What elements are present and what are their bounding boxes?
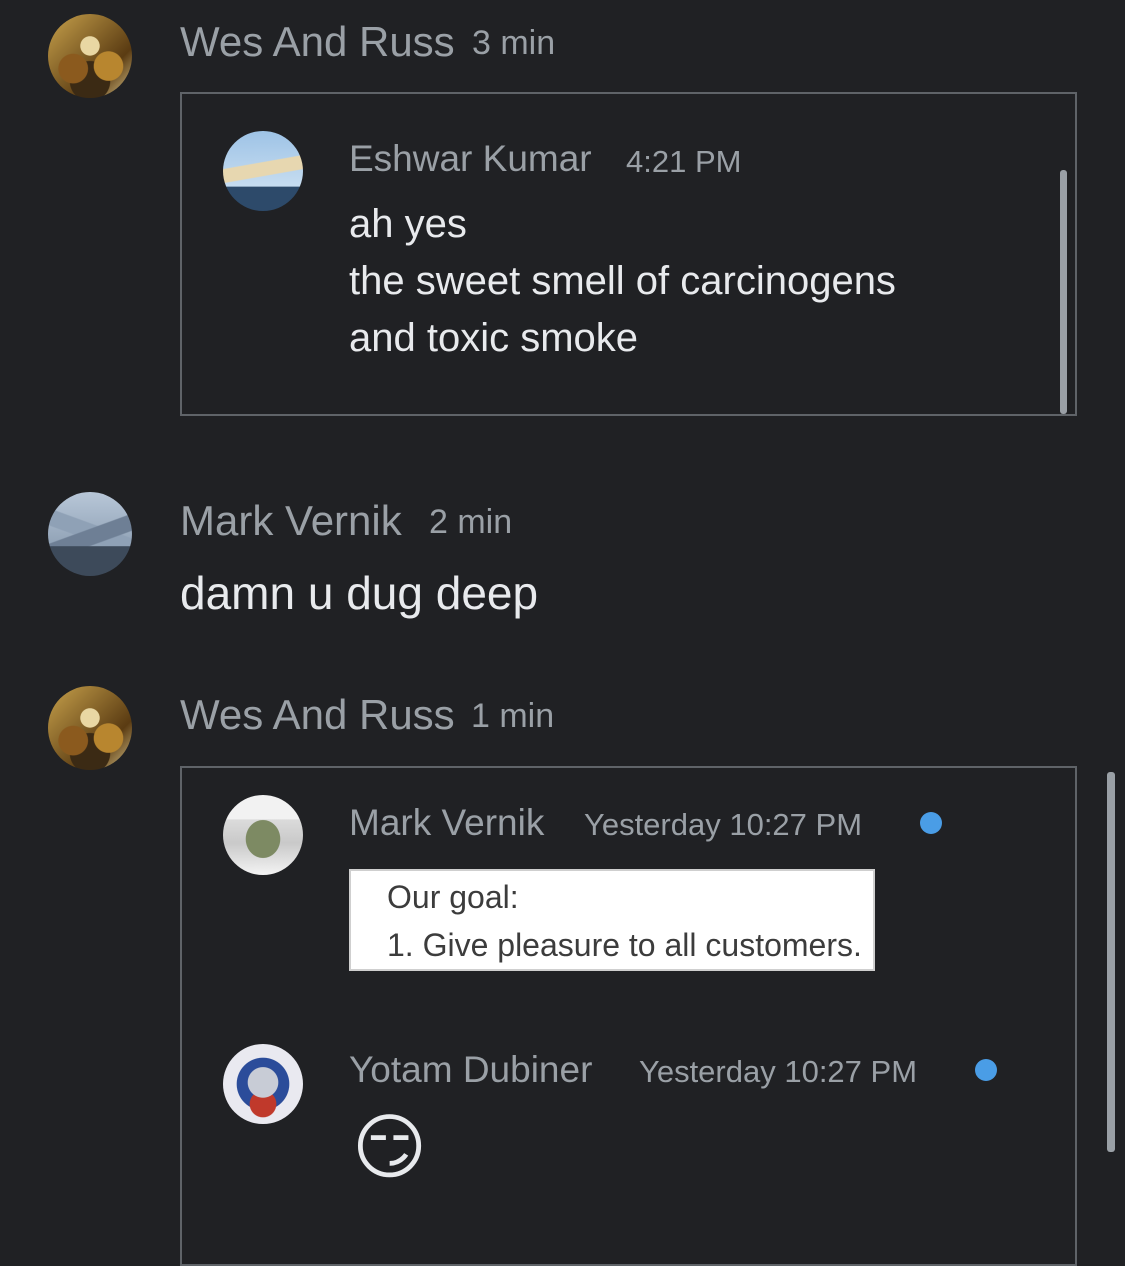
quoted-message-time: Yesterday 10:27 PM: [639, 1054, 918, 1089]
avatar-mark-vernik-tank[interactable]: [223, 795, 303, 875]
quoted-image[interactable]: Our goal: 1. Give pleasure to all custom…: [349, 869, 875, 971]
image-text-line: 1. Give pleasure to all customers.: [387, 927, 862, 963]
page-scrollbar[interactable]: [1107, 772, 1115, 1152]
avatar-wes-and-russ[interactable]: [48, 686, 132, 770]
quoted-author-name: Mark Vernik: [349, 802, 545, 843]
unread-dot: [975, 1059, 997, 1081]
avatar-eshwar-kumar[interactable]: [223, 131, 303, 211]
smirk-emoji: 😏: [352, 1108, 428, 1188]
message-time: 1 min: [471, 697, 555, 735]
avatar-mark-vernik[interactable]: [48, 492, 132, 576]
quote-scrollbar[interactable]: [1060, 170, 1067, 414]
quoted-author-name: Eshwar Kumar: [349, 138, 592, 179]
avatar-yotam-dubiner[interactable]: [223, 1044, 303, 1124]
quoted-line: the sweet smell of carcinogens: [349, 259, 896, 303]
unread-dot: [920, 812, 942, 834]
quoted-line: and toxic smoke: [349, 316, 639, 360]
quoted-line: ah yes: [349, 202, 467, 246]
author-name[interactable]: Mark Vernik: [180, 497, 402, 545]
quoted-message-time: Yesterday 10:27 PM: [584, 807, 863, 842]
message-time: 3 min: [472, 24, 556, 62]
message-text: damn u dug deep: [180, 567, 539, 619]
message-time: 2 min: [429, 503, 513, 541]
quoted-author-name: Yotam Dubiner: [349, 1049, 593, 1090]
avatar-wes-and-russ[interactable]: [48, 14, 132, 98]
quoted-message[interactable]: Eshwar Kumar 4:21 PM ah yes the sweet sm…: [180, 92, 1077, 416]
quoted-message-time: 4:21 PM: [626, 144, 742, 179]
image-text-line: Our goal:: [387, 879, 519, 915]
author-name[interactable]: Wes And Russ: [180, 18, 455, 66]
author-name[interactable]: Wes And Russ: [180, 691, 455, 739]
quoted-message[interactable]: Mark Vernik Yesterday 10:27 PM Our goal:…: [180, 766, 1077, 1266]
